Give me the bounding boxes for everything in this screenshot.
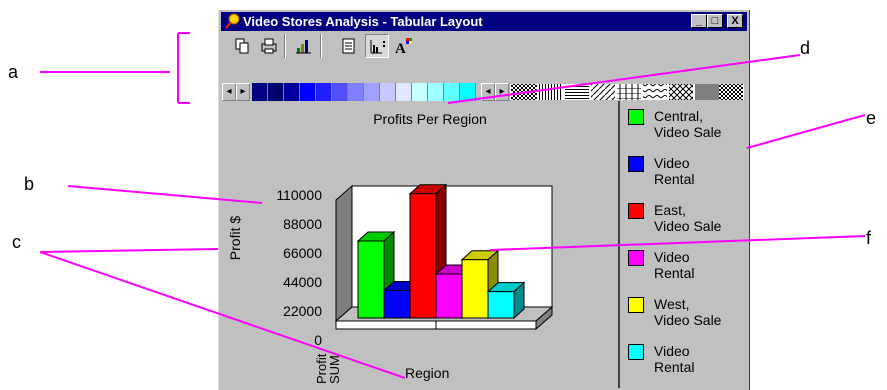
palette-color-swatch[interactable] [444,83,460,101]
chart-title: Profits Per Region [373,111,487,127]
y-tick-label: 22000 [283,303,322,319]
close-button[interactable]: X [727,14,743,28]
legend-swatch [628,344,644,360]
callout-c: c [12,232,21,252]
palette-color-swatch[interactable] [428,83,444,101]
copy-icon[interactable] [230,34,254,58]
palette-color-swatch[interactable] [460,83,476,101]
maximize-button[interactable]: □ [707,14,723,28]
bar [487,291,515,319]
palette-color-swatch[interactable] [348,83,364,101]
chart-legend-icon[interactable] [365,34,389,58]
bar [409,193,437,319]
bar [357,240,385,319]
palette-color-swatch[interactable] [380,83,396,101]
legend-label: Video Rental [654,249,695,281]
callout-line [746,114,866,149]
callout-a: a [8,62,19,82]
minimize-button[interactable]: _ [691,14,707,28]
legend-swatch [628,109,644,125]
y-tick-label: 0 [314,332,322,348]
legend-swatch [628,156,644,172]
table-icon[interactable] [337,34,361,58]
legend-swatch [628,297,644,313]
palette-color-swatch[interactable] [396,83,412,101]
pattern-palette[interactable] [508,82,746,102]
legend-label: Video Rental [654,343,695,375]
y-tick-label: 44000 [283,274,322,290]
chart-icon[interactable] [292,34,316,58]
bar-chart [334,183,554,331]
y-tick-label: 88000 [283,216,322,232]
font-icon[interactable]: A [392,34,416,58]
callout-line [39,248,219,253]
palette-scroll-left-icon[interactable]: ◂ [222,83,236,101]
x-category-label-line: SUM [327,355,342,384]
chart-side-wall [335,184,353,323]
title-bar[interactable]: Video Stores Analysis - Tabular Layout _… [221,12,747,31]
palette-color-swatch[interactable] [300,83,316,101]
svg-text:A: A [395,41,406,57]
y-axis-label: Profit $ [227,215,243,261]
toolbar-separator [284,34,286,58]
callout-b: b [24,174,35,194]
callout-e: e [866,108,877,128]
legend-swatch [628,203,644,219]
bar [461,259,489,319]
legend-label: Central, Video Sale [654,108,722,140]
callout-f: f [866,228,872,248]
palette-color-swatch[interactable] [316,83,332,101]
y-tick-label: 66000 [283,245,322,261]
palette-color-swatch[interactable] [364,83,380,101]
palette-scroll-right-icon[interactable]: ▸ [236,83,250,101]
app-pin-icon [224,13,240,29]
pattern-scroll-left-icon[interactable]: ◂ [481,83,495,101]
palette-color-swatch[interactable] [268,83,284,101]
legend-label: Video Rental [654,155,695,187]
x-category-label: Profit SUM [314,334,345,384]
print-icon[interactable] [257,34,281,58]
chart-legend: Central, Video Sale Video Rental East, Vide… [618,101,748,388]
window-title: Video Stores Analysis - Tabular Layout [243,14,483,29]
toolbar-separator [320,34,322,58]
callout-d: d [800,38,811,58]
y-tick-label: 110000 [276,187,322,203]
palette-color-swatch[interactable] [412,83,428,101]
legend-label: West, Video Sale [654,296,722,328]
legend-swatch [628,250,644,266]
x-axis-label: Region [405,365,450,381]
palette-color-swatch[interactable] [332,83,348,101]
legend-label: East, Video Sale [654,202,722,234]
bar [435,273,463,319]
palette-color-swatch[interactable] [284,83,300,101]
bar [383,290,411,319]
pattern-scroll-right-icon[interactable]: ▸ [495,83,509,101]
palette-color-swatch[interactable] [252,83,268,101]
